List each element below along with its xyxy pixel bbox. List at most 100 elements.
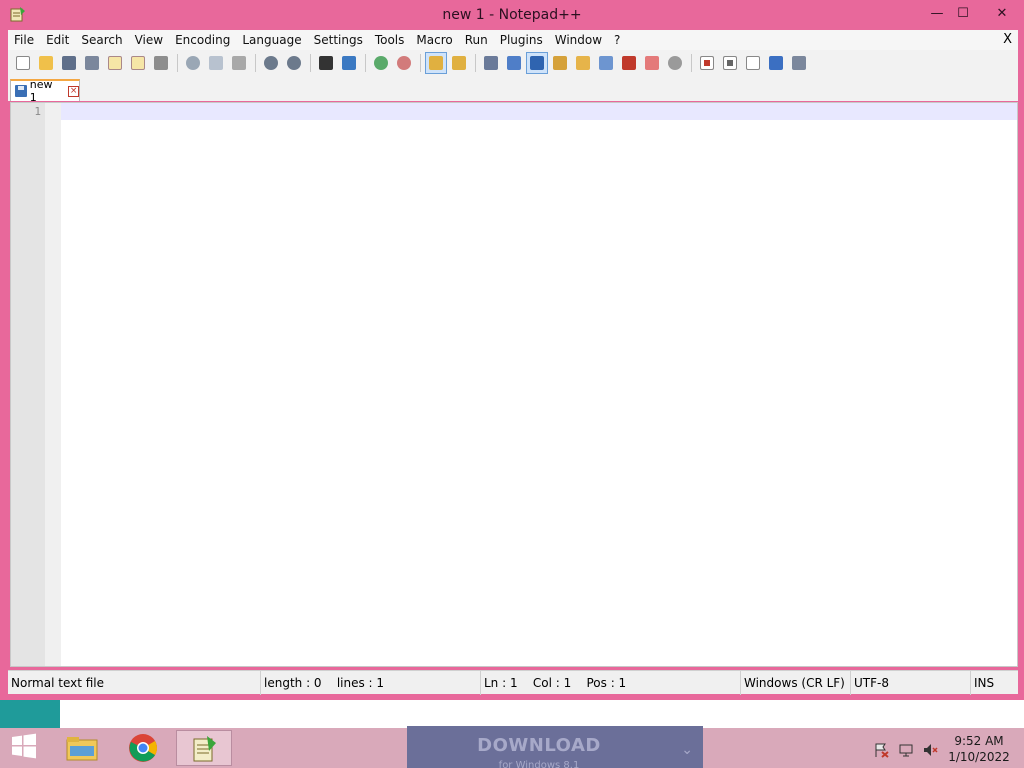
- menu-window[interactable]: Window: [549, 30, 608, 50]
- find-button[interactable]: [315, 52, 337, 74]
- menu-plugins[interactable]: Plugins: [494, 30, 549, 50]
- system-clock[interactable]: 9:52 AM 1/10/2022: [944, 733, 1014, 765]
- status-insert-mode[interactable]: INS: [970, 671, 1018, 695]
- word-wrap-button[interactable]: [480, 52, 502, 74]
- document-list-icon: [599, 56, 613, 70]
- open-file-button[interactable]: [35, 52, 57, 74]
- show-all-characters-button[interactable]: [503, 52, 525, 74]
- toolbar-separator: [310, 54, 311, 72]
- menu-encoding[interactable]: Encoding: [169, 30, 236, 50]
- volume-muted-icon[interactable]: [921, 742, 939, 758]
- windows-logo-icon: [12, 733, 36, 759]
- text-area[interactable]: [63, 105, 1013, 662]
- taskbar-file-explorer[interactable]: [54, 730, 110, 766]
- play-macro-button[interactable]: [742, 52, 764, 74]
- menu-view[interactable]: View: [129, 30, 169, 50]
- menu-bar: File Edit Search View Encoding Language …: [8, 30, 1018, 50]
- tab-new-1[interactable]: new 1 ×: [10, 78, 80, 104]
- user-defined-language-button[interactable]: [549, 52, 571, 74]
- menu-run[interactable]: Run: [459, 30, 494, 50]
- zoom-in-icon: [374, 56, 388, 70]
- zoom-in-button[interactable]: [370, 52, 392, 74]
- function-list-button[interactable]: [618, 52, 640, 74]
- redo-button[interactable]: [283, 52, 305, 74]
- monitoring-icon: [668, 56, 682, 70]
- editor-pane[interactable]: 1: [10, 102, 1018, 667]
- toolbar: [8, 50, 1018, 76]
- close-document-button[interactable]: X: [1003, 30, 1012, 50]
- binoculars-icon: [319, 56, 333, 70]
- document-map-icon: [576, 56, 590, 70]
- title-bar[interactable]: new 1 - Notepad++ — ☐ ✕: [0, 0, 1024, 30]
- paste-icon: [232, 56, 246, 70]
- udl-icon: [553, 56, 567, 70]
- indent-guide-button[interactable]: [526, 52, 548, 74]
- menu-language[interactable]: Language: [236, 30, 307, 50]
- menu-help[interactable]: ?: [608, 30, 626, 50]
- undo-icon: [264, 56, 278, 70]
- download-banner[interactable]: DOWNLOAD for Windows 8.1 ⌄: [407, 726, 703, 768]
- print-icon: [154, 56, 168, 70]
- toolbar-separator: [475, 54, 476, 72]
- new-file-button[interactable]: [12, 52, 34, 74]
- menu-settings[interactable]: Settings: [308, 30, 369, 50]
- taskbar-chrome[interactable]: [115, 730, 171, 766]
- document-map-button[interactable]: [572, 52, 594, 74]
- menu-edit[interactable]: Edit: [40, 30, 75, 50]
- download-subtitle: for Windows 8.1: [498, 760, 580, 768]
- menu-macro[interactable]: Macro: [410, 30, 458, 50]
- tab-close-icon[interactable]: ×: [68, 85, 80, 97]
- notepadpp-window: new 1 - Notepad++ — ☐ ✕ File Edit Search…: [0, 0, 1024, 700]
- save-all-icon: [85, 56, 99, 70]
- open-folder-icon: [39, 56, 53, 70]
- stop-macro-button[interactable]: [719, 52, 741, 74]
- print-button[interactable]: [150, 52, 172, 74]
- save-button[interactable]: [58, 52, 80, 74]
- undo-button[interactable]: [260, 52, 282, 74]
- close-all-icon: [131, 56, 145, 70]
- replace-button[interactable]: [338, 52, 360, 74]
- menu-search[interactable]: Search: [75, 30, 128, 50]
- save-macro-icon: [792, 56, 806, 70]
- close-window-button[interactable]: ✕: [982, 2, 1022, 24]
- line-number: 1: [34, 105, 41, 118]
- close-all-button[interactable]: [127, 52, 149, 74]
- save-all-button[interactable]: [81, 52, 103, 74]
- action-center-flag-icon[interactable]: [872, 742, 890, 758]
- pilcrow-icon: [507, 56, 521, 70]
- cut-button[interactable]: [182, 52, 204, 74]
- run-macro-multiple-button[interactable]: [765, 52, 787, 74]
- network-icon[interactable]: [897, 742, 915, 758]
- record-macro-button[interactable]: [696, 52, 718, 74]
- sync-vertical-button[interactable]: [425, 52, 447, 74]
- close-button[interactable]: [104, 52, 126, 74]
- save-icon: [62, 56, 76, 70]
- tab-label: new 1: [29, 78, 53, 104]
- fast-forward-icon: [769, 56, 783, 70]
- clock-date: 1/10/2022: [948, 750, 1010, 764]
- taskbar-notepadpp[interactable]: [176, 730, 232, 766]
- start-button[interactable]: [6, 728, 42, 764]
- fold-margin[interactable]: [45, 103, 61, 666]
- scissors-icon: [186, 56, 200, 70]
- maximize-button[interactable]: ☐: [948, 2, 978, 24]
- folder-workspace-icon: [645, 56, 659, 70]
- save-macro-button[interactable]: [788, 52, 810, 74]
- download-title: DOWNLOAD: [477, 735, 601, 756]
- status-cursor-position: Ln : 1 Col : 1 Pos : 1: [480, 671, 740, 695]
- status-encoding[interactable]: UTF-8: [850, 671, 970, 695]
- folder-as-workspace-button[interactable]: [641, 52, 663, 74]
- menu-file[interactable]: File: [8, 30, 40, 50]
- status-length-lines: length : 0 lines : 1: [260, 671, 480, 695]
- document-list-button[interactable]: [595, 52, 617, 74]
- status-eol[interactable]: Windows (CR LF): [740, 671, 850, 695]
- sync-horizontal-button[interactable]: [448, 52, 470, 74]
- redo-icon: [287, 56, 301, 70]
- menu-tools[interactable]: Tools: [369, 30, 411, 50]
- paste-button[interactable]: [228, 52, 250, 74]
- copy-button[interactable]: [205, 52, 227, 74]
- word-wrap-icon: [484, 56, 498, 70]
- zoom-out-button[interactable]: [393, 52, 415, 74]
- chevron-down-icon[interactable]: ⌄: [681, 742, 693, 758]
- monitoring-button[interactable]: [664, 52, 686, 74]
